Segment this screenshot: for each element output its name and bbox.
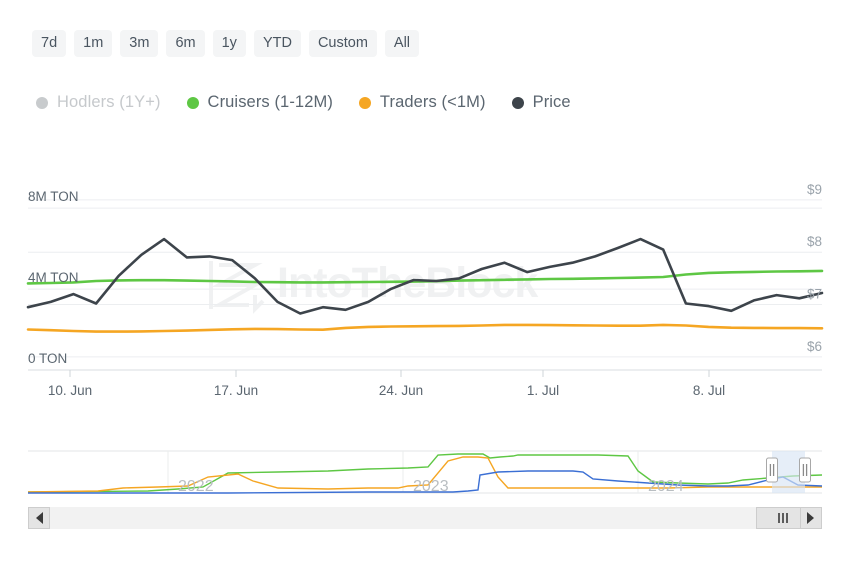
navigator-handle-left[interactable] [767,458,778,482]
legend-label-traders: Traders (<1M) [380,93,486,112]
range-button-7d[interactable]: 7d [32,30,66,57]
scrollbar-svg [28,507,822,529]
navigator-scrollbar[interactable] [28,507,822,529]
legend-item-traders[interactable]: Traders (<1M) [359,93,486,112]
range-button-1m[interactable]: 1m [74,30,112,57]
x-tick-3: 1. Jul [527,383,559,395]
navigator-year-label-1: 2023 [413,478,449,495]
series-line-Traders (<1M) [28,325,822,332]
legend-label-hodlers: Hodlers (1Y+) [57,93,161,112]
legend-label-cruisers: Cruisers (1-12M) [208,93,333,112]
legend-dot-hodlers-icon [36,97,48,109]
y-right-tick-3: $9 [807,182,822,197]
chart-navigator[interactable]: 2022 2023 2024 [28,447,822,505]
navigator-handle-right[interactable] [800,458,811,482]
x-tick-0: 10. Jun [48,383,92,395]
range-button-1y[interactable]: 1y [213,30,246,57]
y-right-tick-1: $7 [807,287,822,302]
range-button-6m[interactable]: 6m [166,30,204,57]
y-left-tick-2: 8M TON [28,189,79,204]
x-axis-labels: 10. Jun 17. Jun 24. Jun 1. Jul 8. Jul [48,383,725,395]
navigator-year-label-0: 2022 [178,478,214,495]
navigator-svg: 2022 2023 2024 [28,447,822,505]
navigator-selection-zone[interactable] [767,451,811,493]
x-tick-2: 24. Jun [379,383,423,395]
legend-item-hodlers[interactable]: Hodlers (1Y+) [36,93,161,112]
chart-gridlines [28,200,822,377]
y-left-tick-1: 4M TON [28,270,79,285]
legend-dot-cruisers-icon [187,97,199,109]
main-chart[interactable]: 0 TON 4M TON 8M TON $6 $7 $8 $9 10. Jun 17. Ju… [0,160,850,395]
y-axis-left-labels: 0 TON 4M TON 8M TON [28,189,79,366]
legend-dot-price-icon [512,97,524,109]
x-tick-1: 17. Jun [214,383,258,395]
legend-dot-traders-icon [359,97,371,109]
chart-svg: 0 TON 4M TON 8M TON $6 $7 $8 $9 10. Jun 17. Ju… [0,160,850,395]
range-button-3m[interactable]: 3m [120,30,158,57]
scrollbar-track[interactable] [28,507,822,529]
legend-item-cruisers[interactable]: Cruisers (1-12M) [187,93,333,112]
chart-legend: Hodlers (1Y+) Cruisers (1-12M) Traders (… [36,93,571,112]
legend-label-price: Price [533,93,571,112]
series-line-Price [28,239,822,313]
y-left-tick-0: 0 TON [28,351,67,366]
legend-item-price[interactable]: Price [512,93,571,112]
chart-series-group [28,239,822,332]
range-button-custom[interactable]: Custom [309,30,377,57]
x-tick-4: 8. Jul [693,383,725,395]
y-right-tick-0: $6 [807,339,822,354]
y-right-tick-2: $8 [807,234,822,249]
range-button-all[interactable]: All [385,30,419,57]
range-button-ytd[interactable]: YTD [254,30,301,57]
time-range-button-group: 7d 1m 3m 6m 1y YTD Custom All [32,30,419,57]
navigator-year-label-2: 2024 [648,478,684,495]
